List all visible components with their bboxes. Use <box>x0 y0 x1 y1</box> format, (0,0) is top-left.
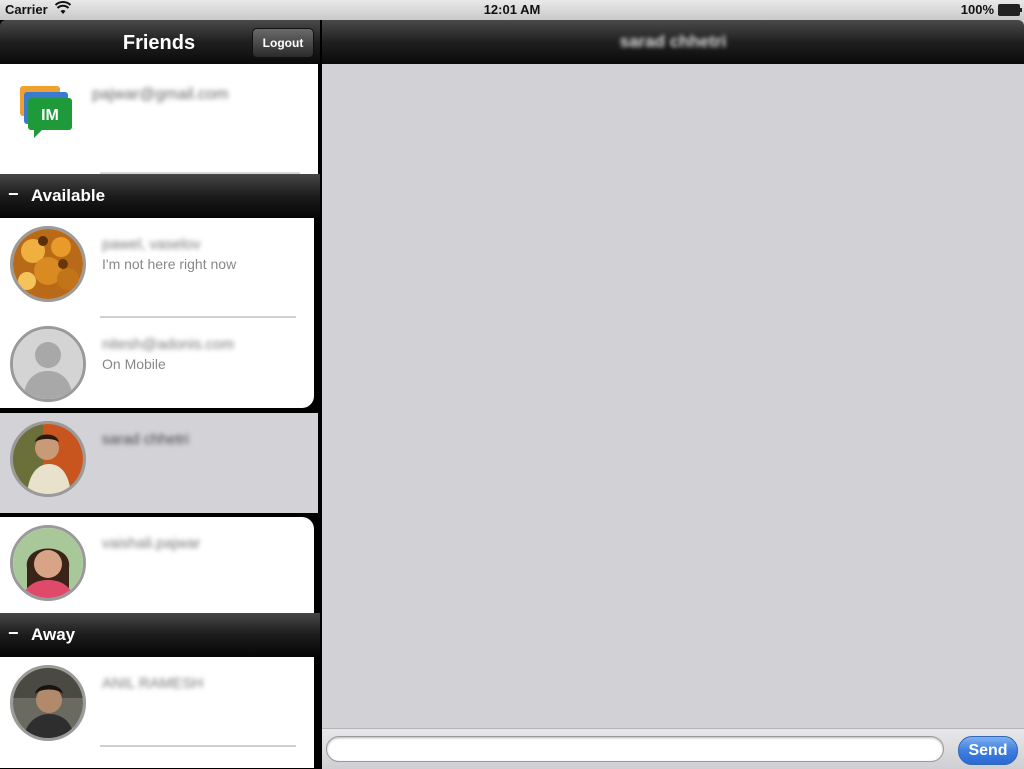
friend-group: vaishali.pajwar <box>0 513 318 617</box>
im-logo-text: IM <box>41 107 59 124</box>
status-time: 12:01 AM <box>483 2 541 17</box>
friend-name: pawel, vaselov <box>102 236 201 253</box>
friend-name: nitesh@adonis.com <box>102 336 234 353</box>
account-email: pajwar@gmail.com <box>92 86 229 103</box>
chat-navbar: sarad chhetri <box>322 20 1024 64</box>
friends-navbar: Friends Logout <box>0 20 320 64</box>
avatar <box>10 525 86 601</box>
compose-bar: Send <box>322 728 1024 769</box>
available-group: pawel, vaselov I'm not here right now ni… <box>0 218 318 412</box>
logout-button[interactable]: Logout <box>252 28 314 58</box>
friend-row[interactable]: vaishali.pajwar <box>0 517 314 617</box>
wifi-icon <box>54 1 72 18</box>
friend-name: vaishali.pajwar <box>102 535 201 552</box>
battery-icon <box>998 4 1022 16</box>
friend-status: On Mobile <box>102 356 166 372</box>
collapse-icon[interactable]: − <box>8 623 19 644</box>
collapse-icon[interactable]: − <box>8 184 19 205</box>
friend-row[interactable]: pawel, vaselov I'm not here right now <box>0 218 314 318</box>
message-area[interactable] <box>322 64 1024 728</box>
divider <box>100 745 296 747</box>
im-logo-icon: IM <box>18 84 76 138</box>
avatar <box>10 226 86 302</box>
carrier-label: Carrier <box>5 2 48 17</box>
friend-row[interactable]: ANIL RAMESH <box>0 657 314 757</box>
chat-title: sarad chhetri <box>619 32 727 51</box>
section-label-away: Away <box>31 625 76 644</box>
friend-name: sarad chhetri <box>102 431 189 448</box>
section-header-available[interactable]: − Available <box>0 174 320 218</box>
message-input[interactable] <box>326 736 944 762</box>
avatar-placeholder-icon <box>10 326 86 402</box>
avatar <box>10 665 86 741</box>
send-button[interactable]: Send <box>958 736 1018 765</box>
friend-row[interactable]: sarad chhetri <box>0 413 314 513</box>
status-bar: Carrier 12:01 AM 100% <box>0 0 1024 20</box>
account-row[interactable]: IM pajwar@gmail.com <box>0 64 318 174</box>
friend-name: ANIL RAMESH <box>102 675 204 692</box>
section-label-available: Available <box>31 186 106 205</box>
battery-percent: 100% <box>960 2 994 17</box>
away-group: ANIL RAMESH <box>0 657 318 768</box>
friend-row[interactable]: nitesh@adonis.com On Mobile <box>0 318 314 418</box>
friend-row-selected[interactable]: sarad chhetri <box>0 413 318 513</box>
avatar <box>10 421 86 497</box>
friends-panel: Friends Logout IM pajwar@gmail.com − Ava… <box>0 20 320 768</box>
section-header-away[interactable]: − Away <box>0 613 320 657</box>
friend-status: I'm not here right now <box>102 256 237 272</box>
chat-panel: sarad chhetri Send <box>322 20 1024 769</box>
